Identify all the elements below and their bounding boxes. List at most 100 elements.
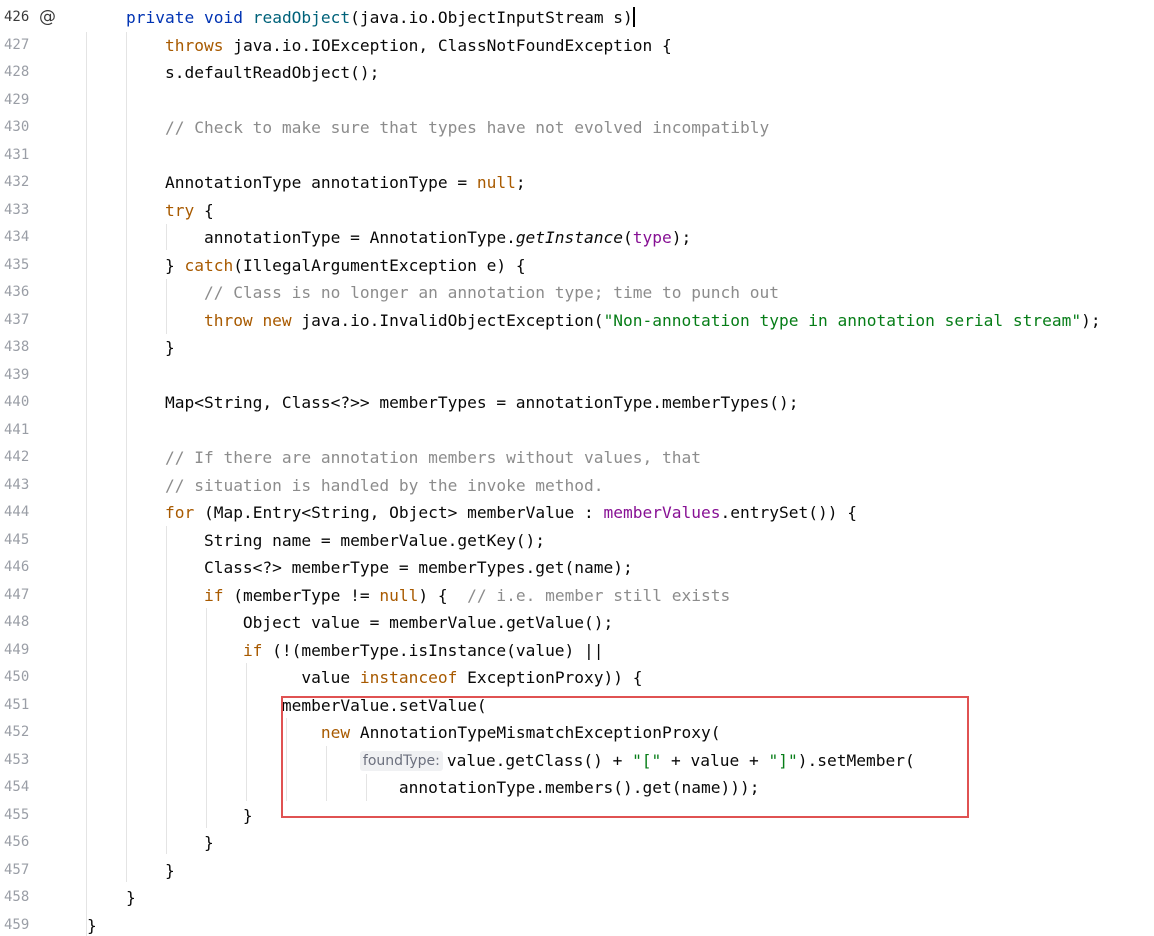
- code-line[interactable]: 446 Class<?> memberType = memberTypes.ge…: [0, 554, 1154, 582]
- code-text[interactable]: for (Map.Entry<String, Object> memberVal…: [87, 499, 857, 527]
- code-text[interactable]: throws java.io.IOException, ClassNotFoun…: [87, 32, 672, 60]
- code-text[interactable]: }: [87, 829, 214, 857]
- code-line[interactable]: 457 }: [0, 857, 1154, 885]
- code-line[interactable]: 440 Map<String, Class<?>> memberTypes = …: [0, 389, 1154, 417]
- code-text[interactable]: } catch(IllegalArgumentException e) {: [87, 252, 526, 280]
- code-text[interactable]: }: [87, 802, 253, 830]
- code-token: "Non-annotation type in annotation seria…: [603, 310, 1082, 330]
- code-line[interactable]: 447 if (memberType != null) { // i.e. me…: [0, 582, 1154, 610]
- code-line[interactable]: 443 // situation is handled by the invok…: [0, 472, 1154, 500]
- code-text[interactable]: // If there are annotation members witho…: [87, 444, 701, 472]
- code-text[interactable]: if (!(memberType.isInstance(value) ||: [87, 637, 604, 665]
- code-token: null: [476, 173, 516, 192]
- line-number: 439: [4, 366, 30, 383]
- code-text[interactable]: Class<?> memberType = memberTypes.get(na…: [87, 554, 633, 582]
- code-line[interactable]: 432 AnnotationType annotationType = null…: [0, 169, 1154, 197]
- code-line[interactable]: 431: [0, 142, 1154, 170]
- code-token: (!(memberType.isInstance(value) ||: [262, 640, 604, 660]
- code-token: (Map.Entry<String, Object> memberValue :: [194, 503, 604, 522]
- code-line[interactable]: 428 s.defaultReadObject();: [0, 59, 1154, 87]
- code-text[interactable]: try {: [87, 197, 214, 225]
- code-token: AnnotationType annotationType =: [87, 173, 477, 192]
- code-token: (: [623, 228, 633, 247]
- line-number: 449: [4, 641, 30, 658]
- code-line[interactable]: 427 throws java.io.IOException, ClassNot…: [0, 32, 1154, 60]
- code-text[interactable]: annotationType = AnnotationType.getInsta…: [87, 224, 691, 252]
- code-text[interactable]: throw new java.io.InvalidObjectException…: [87, 307, 1101, 335]
- line-number: 448: [4, 614, 30, 630]
- code-line[interactable]: 430 // Check to make sure that types hav…: [0, 114, 1154, 142]
- line-number: 428: [4, 64, 30, 80]
- code-line[interactable]: 444 for (Map.Entry<String, Object> membe…: [0, 499, 1154, 527]
- code-line[interactable]: 439: [0, 362, 1154, 390]
- code-text[interactable]: // situation is handled by the invoke me…: [87, 472, 604, 500]
- code-text[interactable]: }: [87, 912, 97, 936]
- code-line[interactable]: 450 value instanceof ExceptionProxy)) {: [0, 664, 1154, 692]
- code-line[interactable]: 456 }: [0, 829, 1154, 857]
- code-line[interactable]: 459}: [0, 912, 1154, 936]
- code-token: // Class is no longer an annotation type…: [203, 283, 779, 302]
- line-number: 441: [4, 421, 30, 438]
- code-token: s.defaultReadObject();: [87, 63, 380, 82]
- line-number: 432: [4, 174, 30, 190]
- line-number: 450: [4, 669, 30, 685]
- code-text[interactable]: value instanceof ExceptionProxy)) {: [87, 664, 642, 692]
- code-text[interactable]: AnnotationType annotationType = null;: [87, 169, 526, 197]
- line-number: 455: [4, 806, 30, 823]
- line-number: 429: [4, 91, 30, 108]
- code-editor[interactable]: 426 private void readObject(java.io.Obje…: [0, 0, 1154, 936]
- line-number: 459: [4, 916, 30, 933]
- code-line[interactable]: 426 private void readObject(java.io.Obje…: [0, 4, 1154, 32]
- code-token: );: [671, 228, 692, 247]
- line-number: 431: [4, 146, 30, 163]
- code-line[interactable]: 442 // If there are annotation members w…: [0, 444, 1154, 472]
- at-override-icon[interactable]: @: [39, 4, 56, 32]
- code-text[interactable]: if (memberType != null) { // i.e. member…: [87, 582, 730, 610]
- line-number: 444: [4, 504, 30, 520]
- code-line[interactable]: 434 annotationType = AnnotationType.getI…: [0, 224, 1154, 252]
- code-token: for: [164, 503, 195, 522]
- line-number: 427: [4, 36, 30, 53]
- line-number: 430: [4, 119, 30, 135]
- code-text[interactable]: String name = memberValue.getKey();: [87, 527, 545, 555]
- code-line[interactable]: 437 throw new java.io.InvalidObjectExcep…: [0, 307, 1154, 335]
- code-token: value: [87, 668, 360, 687]
- code-line[interactable]: 441: [0, 417, 1154, 445]
- code-text[interactable]: }: [87, 857, 175, 885]
- code-token: ) {: [418, 585, 468, 605]
- code-text[interactable]: Map<String, Class<?>> memberTypes = anno…: [87, 389, 798, 417]
- code-text[interactable]: }: [87, 334, 175, 362]
- code-token: new: [262, 310, 292, 330]
- code-token: java.io.InvalidObjectException(: [291, 310, 604, 330]
- code-token: (java.io.ObjectInputStream s): [350, 8, 633, 27]
- code-line[interactable]: 445 String name = memberValue.getKey();: [0, 527, 1154, 555]
- code-text[interactable]: private void readObject(java.io.ObjectIn…: [87, 4, 635, 32]
- code-line[interactable]: 458 }: [0, 884, 1154, 912]
- code-token: (IllegalArgumentException e) {: [233, 255, 526, 275]
- code-token: // If there are annotation members witho…: [164, 448, 701, 467]
- code-line[interactable]: 436 // Class is no longer an annotation …: [0, 279, 1154, 307]
- code-line[interactable]: 448 Object value = memberValue.getValue(…: [0, 609, 1154, 637]
- code-text[interactable]: // Check to make sure that types have no…: [87, 114, 769, 142]
- line-number: 452: [4, 724, 30, 740]
- code-token: readObject: [252, 8, 351, 27]
- code-text[interactable]: // Class is no longer an annotation type…: [87, 279, 779, 307]
- code-line[interactable]: 449 if (!(memberType.isInstance(value) |…: [0, 637, 1154, 665]
- code-line[interactable]: 435 } catch(IllegalArgumentException e) …: [0, 252, 1154, 280]
- code-text[interactable]: Object value = memberValue.getValue();: [87, 609, 613, 637]
- code-line[interactable]: 429: [0, 87, 1154, 115]
- line-number: 442: [4, 449, 30, 465]
- code-line[interactable]: 438 }: [0, 334, 1154, 362]
- code-token: instanceof: [359, 668, 458, 687]
- line-number: 435: [4, 256, 30, 273]
- code-text[interactable]: }: [87, 884, 136, 912]
- code-text[interactable]: s.defaultReadObject();: [87, 59, 379, 87]
- code-line[interactable]: 433 try {: [0, 197, 1154, 225]
- line-number: 437: [4, 311, 30, 328]
- line-number: 451: [4, 696, 30, 713]
